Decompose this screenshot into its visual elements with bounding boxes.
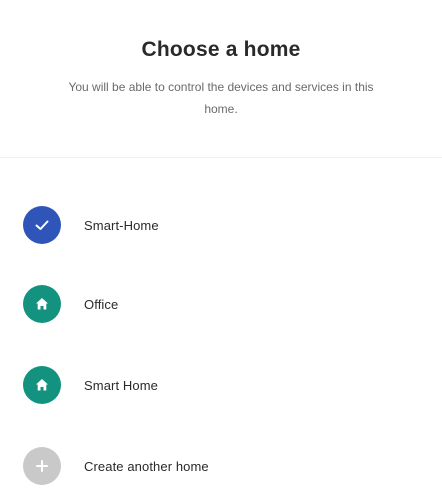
page-title: Choose a home bbox=[141, 38, 301, 61]
home-item-label: Smart-Home bbox=[84, 217, 159, 233]
home-item-label: Smart Home bbox=[84, 377, 158, 393]
home-item-smart-home-selected[interactable]: Smart-Home bbox=[0, 197, 442, 253]
header: Choose a home You will be able to contro… bbox=[0, 0, 442, 158]
create-home-button[interactable]: Create another home bbox=[0, 438, 442, 494]
check-icon bbox=[23, 206, 61, 244]
home-item-office[interactable]: Office bbox=[0, 276, 442, 332]
home-item-smart-home[interactable]: Smart Home bbox=[0, 357, 442, 413]
house-icon bbox=[23, 366, 61, 404]
page-subtitle: You will be able to control the devices … bbox=[68, 80, 374, 116]
choose-home-screen: Choose a home You will be able to contro… bbox=[0, 0, 442, 488]
home-item-label: Office bbox=[84, 296, 119, 312]
create-home-label: Create another home bbox=[84, 458, 209, 474]
house-icon bbox=[23, 285, 61, 323]
plus-icon bbox=[23, 447, 61, 485]
